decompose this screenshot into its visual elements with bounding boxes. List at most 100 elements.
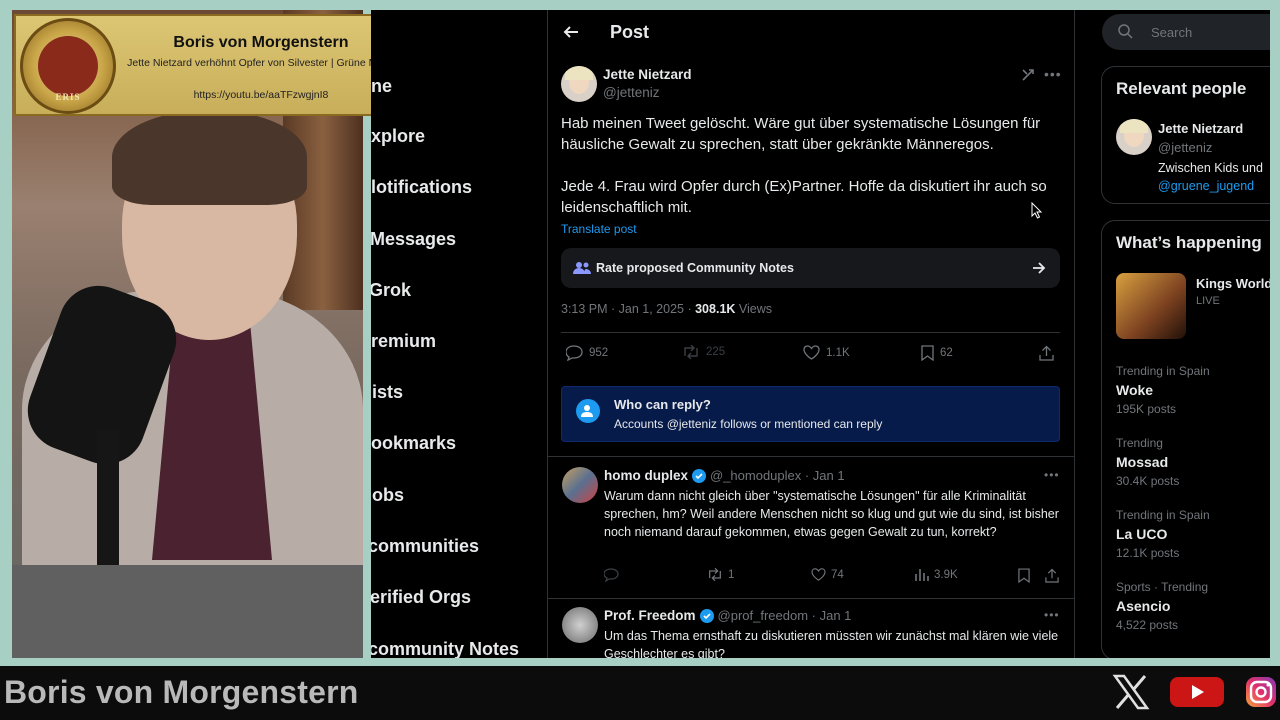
who-can-reply-text: Accounts @jetteniz follows or mentioned … xyxy=(614,417,883,431)
person-avatar[interactable] xyxy=(1116,119,1152,155)
grok-icon[interactable] xyxy=(1021,68,1035,82)
trend-name: La UCO xyxy=(1116,526,1168,542)
heart-icon xyxy=(811,568,826,581)
repost-icon xyxy=(707,568,723,581)
author-name[interactable]: Jette Nietzard xyxy=(603,67,692,82)
nav-communities[interactable]: communities xyxy=(371,536,479,557)
author-handle[interactable]: @jetteniz xyxy=(603,85,659,100)
nav-jobs[interactable]: obs xyxy=(372,485,404,506)
nav-grok[interactable]: Grok xyxy=(371,280,411,301)
repost-button[interactable]: 225 xyxy=(682,345,725,359)
nav-premium[interactable]: remium xyxy=(371,331,436,352)
banner-title: Boris von Morgenstern xyxy=(173,34,349,51)
bookmark-icon[interactable] xyxy=(1018,568,1030,583)
relevant-people-panel: Relevant people Jette Nietzard @jetteniz… xyxy=(1101,66,1270,204)
reply-button[interactable]: 952 xyxy=(566,345,608,361)
trend-item[interactable]: Trending in Spain La UCO 12.1K posts xyxy=(1116,508,1210,560)
x-app-window: ne xplore lotifications Messages Grok re… xyxy=(371,10,1270,658)
search-input[interactable]: Search xyxy=(1102,14,1270,50)
nav-bookmarks[interactable]: ookmarks xyxy=(371,433,456,454)
like-button[interactable]: 1.1K xyxy=(803,345,850,360)
people-icon xyxy=(573,261,591,275)
relevant-people-title: Relevant people xyxy=(1116,79,1247,98)
heart-icon xyxy=(803,345,820,360)
divider xyxy=(561,332,1060,333)
nav-messages[interactable]: Messages xyxy=(371,229,456,250)
x-logo-icon xyxy=(1110,672,1152,712)
views-count: 308.1K xyxy=(695,302,736,316)
reply-like-count: 74 xyxy=(831,568,844,581)
nav-lists[interactable]: ists xyxy=(372,382,403,403)
nav-community-notes[interactable]: community Notes xyxy=(371,639,519,658)
analytics-icon xyxy=(915,568,929,581)
live-event-thumbnail[interactable] xyxy=(1116,273,1186,339)
banner-url: https://youtu.be/aaTFzwgjnI8 xyxy=(193,89,329,101)
trend-item[interactable]: Sports · Trending Asencio 4,522 posts xyxy=(1116,580,1208,632)
reply-avatar[interactable] xyxy=(562,467,598,503)
reply-handle[interactable]: @_homoduplex · Jan 1 xyxy=(710,468,845,483)
nav-explore[interactable]: xplore xyxy=(371,126,425,147)
reply-count: 952 xyxy=(589,347,609,359)
desk xyxy=(12,565,363,658)
post-text-paragraph-2: Jede 4. Frau wird Opfer durch (Ex)Partne… xyxy=(561,178,1047,216)
trend-count: 195K posts xyxy=(1116,402,1177,416)
left-navigation: ne xplore lotifications Messages Grok re… xyxy=(371,10,547,658)
reply-handle[interactable]: @prof_freedom · Jan 1 xyxy=(718,608,852,623)
nav-notifications[interactable]: lotifications xyxy=(371,177,472,198)
nav-verified-orgs[interactable]: erified Orgs xyxy=(371,587,471,608)
person-name[interactable]: Jette Nietzard xyxy=(1158,121,1243,136)
eris-logo: ERIS xyxy=(20,18,116,114)
bookmark-button[interactable]: 62 xyxy=(921,345,953,361)
bookmark-count: 62 xyxy=(940,347,953,359)
who-can-reply-box: Who can reply? Accounts @jetteniz follow… xyxy=(561,386,1060,442)
rate-community-notes-button[interactable]: Rate proposed Community Notes xyxy=(561,248,1060,288)
whats-happening-panel: What’s happening Kings World LIVE Trendi… xyxy=(1101,220,1270,658)
mouse-cursor-icon xyxy=(1031,202,1043,219)
reply-like-button[interactable]: 74 xyxy=(811,568,844,581)
reply-icon[interactable] xyxy=(604,568,619,582)
bookmark-icon xyxy=(921,345,934,361)
who-can-reply-title: Who can reply? xyxy=(614,397,711,412)
live-badge: LIVE xyxy=(1196,295,1220,307)
live-event-title[interactable]: Kings World xyxy=(1196,276,1270,291)
author-avatar[interactable] xyxy=(561,66,597,102)
reply-views-count: 3.9K xyxy=(934,568,958,581)
trend-item[interactable]: Trending Mossad 30.4K posts xyxy=(1116,436,1179,488)
arrow-right-icon xyxy=(1032,261,1046,275)
logo-text: ERIS xyxy=(55,92,81,102)
reply-icon xyxy=(566,345,583,361)
nav-home[interactable]: ne xyxy=(371,76,392,97)
microphone-arm xyxy=(97,430,119,570)
instagram-logo-icon xyxy=(1243,672,1279,712)
share-icon[interactable] xyxy=(1039,345,1054,361)
more-options-icon[interactable]: ••• xyxy=(1044,468,1060,482)
back-arrow-icon[interactable] xyxy=(563,24,579,40)
verified-badge-icon xyxy=(692,468,706,483)
reply-views-button[interactable]: 3.9K xyxy=(915,568,958,581)
reply-repost-button[interactable]: 1 xyxy=(707,568,734,581)
translate-post-link[interactable]: Translate post xyxy=(561,222,637,236)
views-label: Views xyxy=(735,302,773,316)
trend-item[interactable]: Trending in Spain Woke 195K posts xyxy=(1116,364,1210,416)
reply-author-name[interactable]: Prof. Freedom xyxy=(604,608,696,623)
share-icon[interactable] xyxy=(1045,568,1059,583)
whats-happening-title: What’s happening xyxy=(1116,233,1262,252)
banner-subtitle: Jette Nietzard verhöhnt Opfer von Silves… xyxy=(127,57,395,69)
person-bio-link[interactable]: @gruene_jugend xyxy=(1158,179,1254,193)
divider xyxy=(548,598,1074,599)
user-at-icon xyxy=(576,399,600,423)
search-placeholder: Search xyxy=(1151,25,1193,40)
more-options-icon[interactable]: ••• xyxy=(1044,608,1060,622)
page-title: Post xyxy=(610,22,650,42)
reply-avatar[interactable] xyxy=(562,607,598,643)
trend-meta: Trending in Spain xyxy=(1116,508,1210,522)
more-options-icon[interactable]: ••• xyxy=(1044,66,1062,82)
repost-count: 225 xyxy=(706,346,726,358)
trend-count: 4,522 posts xyxy=(1116,618,1179,632)
rate-community-notes-label: Rate proposed Community Notes xyxy=(596,261,794,275)
reply-text: Warum dann nicht gleich über "systematis… xyxy=(604,489,1059,539)
eris-figure xyxy=(38,36,98,96)
person-handle[interactable]: @jetteniz xyxy=(1158,140,1212,155)
reply-repost-count: 1 xyxy=(728,568,735,581)
reply-author-name[interactable]: homo duplex xyxy=(604,468,688,483)
